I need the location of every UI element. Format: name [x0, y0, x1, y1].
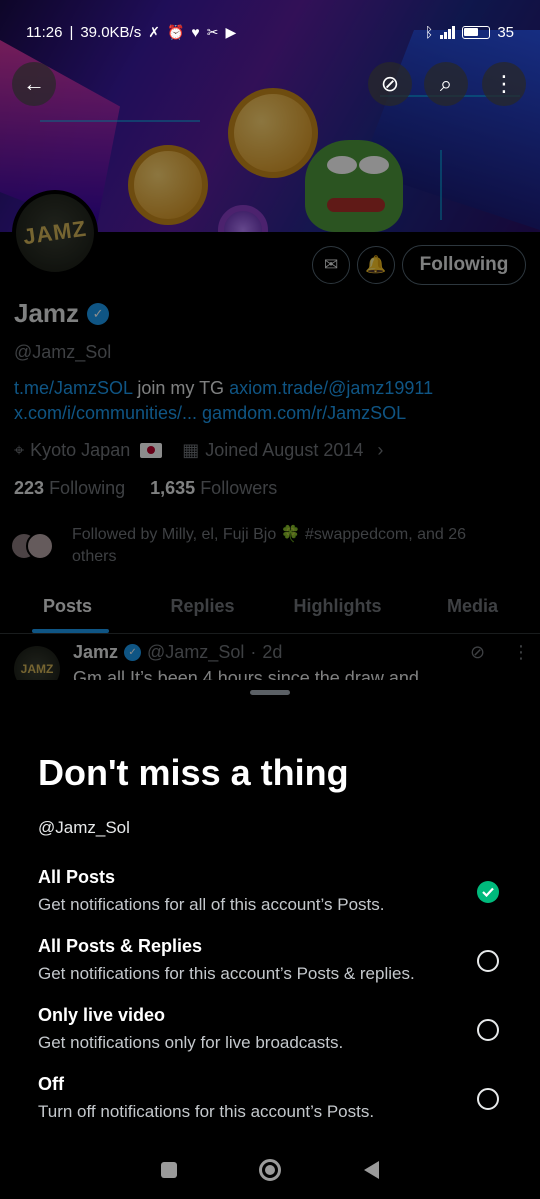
profile-avatar[interactable]: JAMZ	[12, 190, 98, 276]
option-description: Get notifications for all of this accoun…	[38, 895, 385, 914]
youtube-icon: ▶	[225, 23, 237, 40]
option-all-posts-replies[interactable]: All Posts & Replies Get notifications fo…	[0, 936, 540, 996]
search-icon: ⌕	[439, 71, 453, 96]
followers-link[interactable]: 1,635 Followers	[150, 478, 277, 498]
post-handle: @Jamz_Sol	[147, 642, 245, 662]
message-button[interactable]: ✉	[312, 246, 350, 284]
display-name: Jamz	[14, 298, 80, 328]
alarm-icon: ⏰	[166, 23, 185, 40]
post-separator: ·	[250, 642, 257, 662]
search-button[interactable]: ⌕	[424, 62, 468, 106]
more-vertical-icon[interactable]: ⋮	[512, 642, 530, 663]
verified-badge-icon: ✓	[87, 302, 110, 325]
option-off[interactable]: Off Turn off notifications for this acco…	[0, 1074, 540, 1134]
option-description: Turn off notifications for this account’…	[38, 1102, 375, 1121]
option-all-posts[interactable]: All Posts Get notifications for all of t…	[0, 867, 540, 927]
post-header: Jamz ✓ @Jamz_Sol · 2d	[73, 642, 282, 663]
profile-joined: Joined August 2014	[205, 440, 364, 460]
option-description: Get notifications only for live broadcas…	[38, 1033, 344, 1052]
avatar-logo-text: JAMZ	[21, 215, 89, 250]
tab-replies[interactable]: Replies	[135, 588, 270, 633]
option-title: Only live video	[38, 1005, 166, 1025]
radio-unchecked-icon[interactable]	[477, 950, 499, 972]
back-button[interactable]: ←	[12, 62, 56, 106]
bio-text: join my TG	[132, 378, 230, 398]
bio-link-telegram[interactable]: t.me/JamzSOL	[14, 378, 132, 398]
heart-icon: ♥	[191, 24, 200, 40]
follower-avatars	[10, 532, 60, 562]
wifi-off-icon: ✗	[148, 23, 160, 40]
more-vertical-icon: ⋮	[493, 71, 515, 96]
radio-unchecked-icon[interactable]	[477, 1019, 499, 1041]
mail-icon: ✉	[323, 255, 339, 274]
following-link[interactable]: 223 Following	[14, 478, 125, 498]
network-speed-value: 39.0KB/s	[80, 23, 142, 41]
notification-sheet: Don't miss a thing @Jamz_Sol All Posts G…	[0, 680, 540, 1199]
back-triangle-icon[interactable]	[363, 1160, 379, 1179]
recents-icon[interactable]	[161, 1161, 178, 1178]
post-author: Jamz	[73, 642, 119, 662]
verified-badge-icon: ✓	[124, 644, 142, 661]
doge-coin-graphic	[128, 145, 208, 225]
calendar-icon: ▦	[182, 440, 200, 460]
more-button[interactable]: ⋮	[482, 62, 526, 106]
japan-flag-icon	[140, 443, 163, 458]
coin-graphic	[228, 88, 318, 178]
network-speed: |	[69, 23, 74, 41]
option-only-live-video[interactable]: Only live video Get notifications only f…	[0, 1005, 540, 1065]
bluetooth-icon: ᛒ	[424, 24, 434, 40]
profile-meta: ⌖ Kyoto Japan ▦ Joined August 2014 ›	[14, 440, 383, 461]
tab-media[interactable]: Media	[405, 588, 540, 633]
radio-unchecked-icon[interactable]	[477, 1088, 499, 1110]
profile-tabs: Posts Replies Highlights Media	[0, 588, 540, 634]
sheet-grabber[interactable]	[250, 690, 290, 695]
notifications-button[interactable]: 🔔	[357, 246, 395, 284]
followed-by[interactable]: Followed by Milly, el, Fuji Bjo 🍀 #swapp…	[10, 524, 500, 568]
bio-link-gamdom[interactable]: gamdom.com/r/JamzSOL	[197, 403, 406, 423]
sheet-title: Don't miss a thing	[38, 752, 349, 793]
tab-highlights[interactable]: Highlights	[270, 588, 405, 633]
followed-by-text: Followed by Milly, el, Fuji Bjo 🍀 #swapp…	[72, 526, 467, 565]
pepe-graphic	[305, 140, 403, 232]
sheet-handle: @Jamz_Sol	[38, 818, 130, 837]
grok-button[interactable]: ⊘	[368, 62, 412, 106]
battery-icon	[462, 25, 491, 39]
profile-name: Jamz ✓	[14, 298, 110, 329]
status-bar: 11:26 | 39.0KB/s ✗ ⏰ ♥ ✂ ▶ ᛒ 35	[0, 0, 540, 64]
clock: 11:26	[26, 23, 63, 41]
system-navigation-bar	[0, 1140, 540, 1199]
tab-posts[interactable]: Posts	[0, 588, 135, 633]
chevron-right-icon[interactable]: ›	[377, 440, 383, 461]
app-icon: ✂	[206, 23, 219, 40]
coin-graphic	[218, 205, 268, 232]
profile-location: Kyoto Japan	[30, 440, 131, 460]
signal-icon	[440, 25, 456, 39]
grok-icon[interactable]: ⊘	[470, 642, 485, 663]
option-title: Off	[38, 1074, 64, 1094]
follow-counts: 223 Following 1,635 Followers	[14, 478, 277, 499]
option-title: All Posts	[38, 867, 116, 887]
profile-bio: t.me/JamzSOL join my TG axiom.trade/@jam…	[14, 376, 529, 426]
profile-handle: @Jamz_Sol	[14, 342, 112, 362]
bell-icon: 🔔	[365, 255, 387, 274]
following-button[interactable]: Following	[402, 245, 526, 285]
bio-link-x-communities[interactable]: x.com/i/communities/...	[14, 403, 197, 423]
option-title: All Posts & Replies	[38, 936, 203, 956]
location-icon: ⌖	[14, 440, 25, 460]
battery-level: 35	[497, 23, 514, 41]
arrow-left-icon: ←	[23, 71, 45, 96]
home-icon[interactable]	[259, 1158, 282, 1181]
radio-checked-icon[interactable]	[477, 881, 499, 903]
post-time: 2d	[262, 642, 283, 662]
bio-link-axiom[interactable]: axiom.trade/@jamz19911	[229, 378, 433, 398]
option-description: Get notifications for this account’s Pos…	[38, 964, 415, 983]
grok-icon: ⊘	[380, 71, 400, 96]
